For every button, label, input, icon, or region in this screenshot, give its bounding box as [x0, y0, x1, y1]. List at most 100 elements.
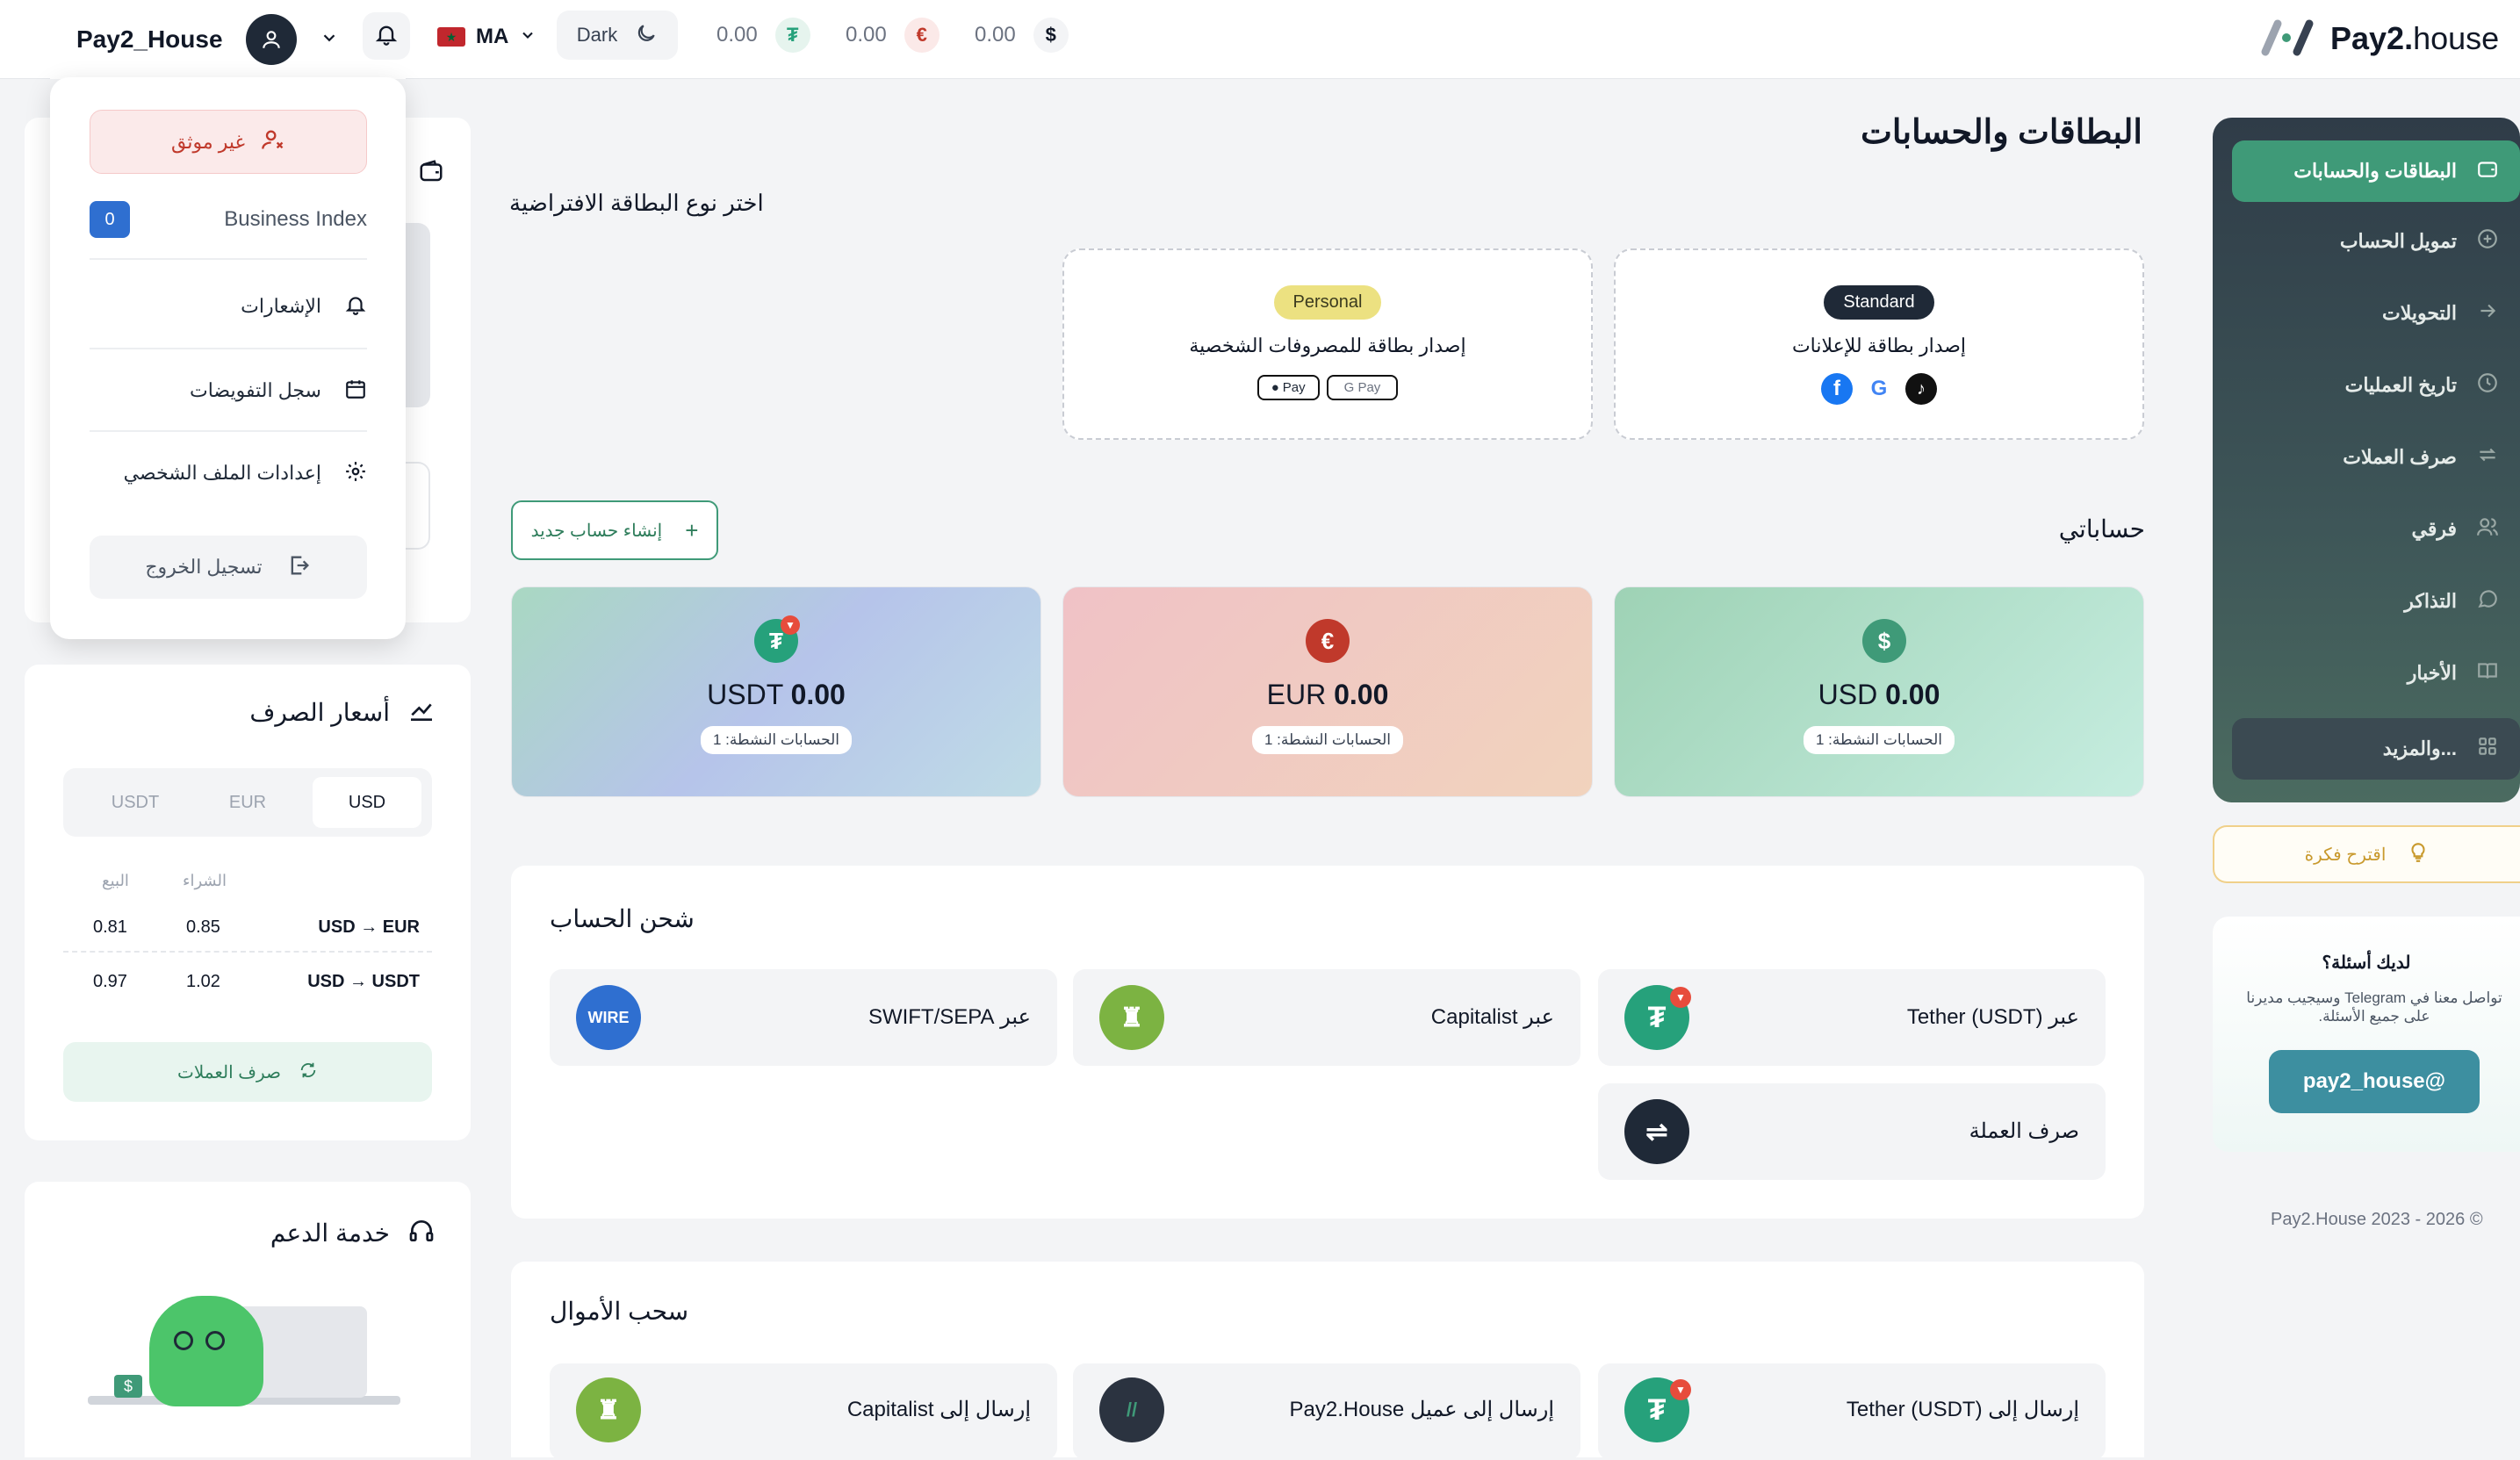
- money-icon: $: [114, 1375, 142, 1398]
- questions-title: لديك أسئلة؟: [2322, 953, 2411, 973]
- sidebar-item-more[interactable]: والمزيد...: [2232, 718, 2520, 780]
- mascot: [149, 1296, 263, 1406]
- dollar-icon: $: [1862, 619, 1906, 663]
- swap-icon: ⇌: [1624, 1099, 1689, 1164]
- withdraw-title: سحب الأموال: [550, 1298, 689, 1325]
- sidebar-item-transfers[interactable]: التحويلات: [2230, 283, 2520, 344]
- rate-buy: 1.02: [186, 972, 220, 991]
- menu-item-profile-settings[interactable]: إعدادات الملف الشخصي: [90, 451, 367, 495]
- topup-title: شحن الحساب: [550, 905, 695, 932]
- new-account-button[interactable]: إنشاء حساب جديد +: [511, 500, 718, 560]
- withdraw-option-capitalist[interactable]: إرسال إلى Capitalist ♜: [550, 1363, 1057, 1460]
- rate-pair: USD → EUR: [318, 917, 420, 937]
- sidebar: البطاقات والحسابات تمويل الحساب التحويلا…: [2213, 118, 2520, 802]
- logo-icon: [2258, 17, 2316, 61]
- clock-icon: [2476, 371, 2499, 399]
- sidebar-item-label: تمويل الحساب: [2339, 230, 2457, 252]
- sidebar-item-cards-accounts[interactable]: البطاقات والحسابات: [2232, 140, 2520, 202]
- divider: [90, 430, 367, 432]
- verification-status-button[interactable]: غير موثق: [90, 110, 367, 174]
- account-balance: USDT 0.00: [707, 679, 846, 710]
- google-icon: G: [1863, 373, 1895, 405]
- topup-option-exchange[interactable]: صرف العملة ⇌: [1598, 1083, 2106, 1180]
- exchange-rates-widget: أسعار الصرف USD EUR USDT الشراء البيع 0.…: [25, 665, 471, 1140]
- pay2house-icon: //: [1099, 1377, 1164, 1442]
- sidebar-item-funding[interactable]: تمويل الحساب: [2230, 211, 2520, 272]
- ad-platform-icons: f G ♪: [1616, 373, 2142, 405]
- active-accounts-chip: الحسابات النشطة: 1: [1803, 726, 1955, 754]
- suggest-idea-button[interactable]: اقترح فكرة: [2213, 825, 2520, 883]
- card-type-desc: إصدار بطاقة للمصروفات الشخصية: [1189, 334, 1466, 356]
- notifications-button[interactable]: [363, 12, 410, 60]
- mascot-eye: [174, 1331, 193, 1350]
- withdraw-option-tether[interactable]: إرسال إلى Tether (USDT) ₮ ▼: [1598, 1363, 2106, 1460]
- menu-item-authorizations[interactable]: سجل التفويضات: [90, 369, 367, 413]
- user-x-icon: [261, 127, 285, 156]
- balance-usd[interactable]: 0.00 $: [975, 18, 1069, 53]
- wire-icon: WIRE: [576, 985, 641, 1050]
- sidebar-item-label: التحويلات: [2382, 302, 2457, 324]
- topup-option-tether[interactable]: عبر Tether (USDT) ₮ ▼: [1598, 969, 2106, 1066]
- tab-usdt[interactable]: USDT: [81, 777, 190, 828]
- exchange-currencies-button[interactable]: صرف العملات: [63, 1042, 432, 1102]
- mascot-eye: [205, 1331, 225, 1350]
- account-card-eur[interactable]: € EUR 0.00 الحسابات النشطة: 1: [1062, 586, 1593, 797]
- tab-eur[interactable]: EUR: [193, 777, 302, 828]
- lightbulb-icon: [2407, 841, 2430, 868]
- wallet-icon: [2476, 157, 2499, 185]
- tiktok-icon: ♪: [1905, 373, 1937, 405]
- exchange-button-label: صرف العملات: [177, 1062, 281, 1082]
- brand-logo[interactable]: Pay2.house: [2258, 12, 2499, 65]
- sidebar-item-exchange[interactable]: صرف العملات: [2230, 427, 2520, 488]
- currency-tabs: USD EUR USDT: [63, 768, 432, 837]
- withdraw-option-pay2house-client[interactable]: إرسال إلى عميل Pay2.House //: [1073, 1363, 1580, 1460]
- sidebar-item-history[interactable]: تاريخ العمليات: [2230, 355, 2520, 416]
- menu-item-notifications[interactable]: الإشعارات: [90, 284, 367, 328]
- wallet-pay-badges: ● Pay G Pay: [1064, 375, 1591, 400]
- card-type-standard[interactable]: Standard إصدار بطاقة للإعلانات f G ♪: [1614, 248, 2144, 440]
- menu-item-label: الإشعارات: [241, 295, 321, 317]
- telegram-button[interactable]: pay2_house@: [2269, 1050, 2480, 1113]
- theme-toggle[interactable]: Dark: [557, 11, 678, 60]
- support-title: خدمة الدعم: [270, 1219, 390, 1247]
- book-icon: [2476, 659, 2499, 687]
- brand-name: Pay2.house: [2330, 20, 2500, 56]
- tron-badge-icon: ▼: [781, 615, 800, 635]
- card-type-title: اختر نوع البطاقة الافتراضية: [509, 190, 764, 216]
- sidebar-item-tickets[interactable]: التذاكر: [2230, 571, 2520, 632]
- language-selector[interactable]: ★ MA: [437, 18, 536, 56]
- active-accounts-chip: الحسابات النشطة: 1: [1251, 726, 1404, 754]
- sidebar-item-teams[interactable]: فرقي: [2230, 499, 2520, 560]
- chip-wrap: الحسابات النشطة: 1: [1063, 726, 1592, 754]
- sidebar-item-news[interactable]: الأخبار: [2230, 643, 2520, 704]
- column-buy: الشراء: [183, 872, 227, 889]
- rate-sell: 0.97: [93, 972, 127, 991]
- plus-circle-icon: [2476, 227, 2499, 255]
- tron-badge-icon: ▼: [1670, 987, 1691, 1008]
- language-code: MA: [476, 25, 509, 48]
- bell-icon: [374, 22, 399, 51]
- rate-row: 0.97 1.02 USD → USDT: [63, 963, 432, 1007]
- user-profile-button[interactable]: Pay2_House: [50, 0, 406, 79]
- headphones-icon: [407, 1217, 436, 1249]
- chevron-down-icon: [320, 28, 339, 52]
- wallet-icon: [418, 158, 444, 189]
- topup-option-capitalist[interactable]: عبر Capitalist ♜: [1073, 969, 1580, 1066]
- rate-row: 0.81 0.85 USD → EUR: [63, 909, 432, 953]
- plus-icon: +: [685, 516, 699, 543]
- topup-option-swift-sepa[interactable]: عبر SWIFT/SEPA WIRE: [550, 969, 1057, 1066]
- logout-icon: [287, 553, 312, 582]
- sidebar-item-label: البطاقات والحسابات: [2293, 160, 2457, 182]
- card-type-personal[interactable]: Personal إصدار بطاقة للمصروفات الشخصية ●…: [1062, 248, 1593, 440]
- account-card-usdt[interactable]: ₮ ▼ USDT 0.00 الحسابات النشطة: 1: [511, 586, 1041, 797]
- menu-item-label: سجل التفويضات: [190, 379, 321, 401]
- sidebar-item-label: والمزيد...: [2382, 737, 2457, 759]
- logout-button[interactable]: تسجيل الخروج: [90, 536, 367, 599]
- balance-usdt[interactable]: 0.00 ₮: [716, 18, 810, 53]
- capitalist-icon: ♜: [1099, 985, 1164, 1050]
- account-card-usd[interactable]: $ USD 0.00 الحسابات النشطة: 1: [1614, 586, 2144, 797]
- tab-usd[interactable]: USD: [313, 777, 421, 828]
- tron-badge-icon: ▼: [1670, 1379, 1691, 1400]
- card-type-desc: إصدار بطاقة للإعلانات: [1791, 334, 1967, 356]
- balance-eur[interactable]: 0.00 €: [846, 18, 940, 53]
